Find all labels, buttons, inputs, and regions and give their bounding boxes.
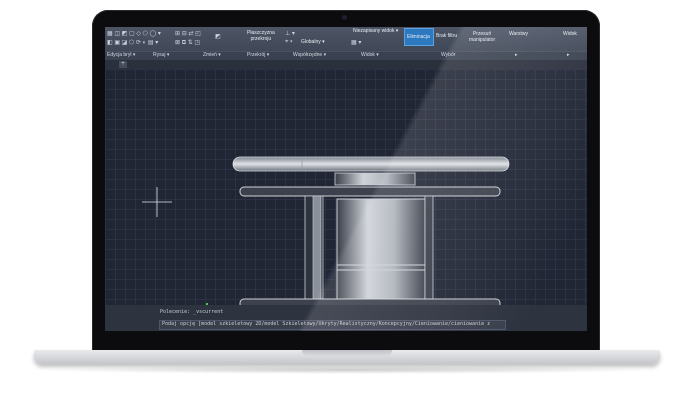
panel-modify[interactable]: Zmień ▾ bbox=[203, 52, 221, 58]
new-tab-button[interactable]: + bbox=[119, 61, 127, 68]
upper-plate bbox=[239, 186, 501, 197]
ucs-icon[interactable]: ⊥ ▾ bbox=[285, 30, 295, 37]
crosshair-icon bbox=[142, 187, 172, 217]
drawing-viewport[interactable] bbox=[105, 69, 587, 328]
toolbar-icons-row[interactable]: ▦ ◫ ◩ ▢ ◇ ⬠ ◯ ▾ bbox=[107, 30, 161, 37]
autocad-window: ▦ ◫ ◩ ▢ ◇ ⬠ ◯ ▾ ◧ ▣ ◪ ⬡ ⟳ ◐ ▤ ▾ ⊞ ⊟ ⇄ ◰ … bbox=[105, 27, 587, 331]
command-prompt: Podaj opcję [model szkieletowy 2D/model … bbox=[162, 321, 491, 327]
panel-draw[interactable]: Rysuj ▾ bbox=[153, 52, 169, 58]
layers-button[interactable]: Warstwy bbox=[509, 31, 528, 37]
panel-section[interactable]: Przekrój ▾ bbox=[247, 52, 269, 58]
main-cylinder bbox=[336, 198, 426, 300]
panel-view[interactable]: Widok ▾ bbox=[361, 52, 379, 58]
base-notch bbox=[302, 350, 392, 356]
camera-icon bbox=[342, 15, 347, 20]
toolbar-icons-row-2[interactable]: ◧ ▣ ◪ ⬡ ⟳ ◐ ▤ ▾ bbox=[107, 39, 158, 46]
move-gizmo-button[interactable]: Przesuń manipulator bbox=[469, 31, 495, 43]
panel-selection[interactable]: Wybór bbox=[441, 52, 455, 58]
view-icon[interactable]: ▦ ▾ bbox=[351, 39, 361, 46]
right-post bbox=[424, 195, 434, 301]
top-block bbox=[334, 172, 416, 186]
laptop-base bbox=[34, 350, 660, 364]
named-view-select[interactable]: Niezapisany widok ▾ bbox=[353, 28, 398, 34]
file-tabs: + bbox=[105, 60, 587, 69]
command-history: Polecenie: _vscurrent bbox=[160, 309, 224, 315]
panel-coordinates[interactable]: Współrzędne ▾ bbox=[293, 52, 326, 58]
modify-icons[interactable]: ⊞ ⊟ ⇄ ◰ bbox=[175, 30, 201, 37]
ribbon: ▦ ◫ ◩ ▢ ◇ ⬠ ◯ ▾ ◧ ▣ ◪ ⬡ ⟳ ◐ ▤ ▾ ⊞ ⊟ ⇄ ◰ … bbox=[105, 27, 587, 60]
coordinate-system-select[interactable]: Globalny ▾ bbox=[301, 39, 325, 45]
culling-label: Eliminacja bbox=[407, 34, 430, 40]
left-post-inner bbox=[312, 195, 322, 301]
command-line: Polecenie: _vscurrent Podaj opcję [model… bbox=[105, 305, 587, 331]
top-shaft bbox=[232, 156, 510, 172]
culling-button[interactable]: Eliminacja bbox=[404, 28, 434, 46]
model-drawing bbox=[232, 156, 510, 309]
section-plane-button[interactable]: Płaszczyzna przekroju bbox=[247, 30, 275, 42]
base-shadow bbox=[40, 366, 654, 374]
view-panel-button[interactable]: Widok bbox=[563, 31, 577, 37]
section-icon[interactable]: ◩ bbox=[215, 33, 221, 40]
ucs-icon-2[interactable]: ⌖ ▾ bbox=[285, 39, 293, 46]
panel-expand-view[interactable]: ▸ bbox=[567, 52, 570, 58]
panel-expand-layers[interactable]: ▸ bbox=[515, 52, 518, 58]
no-filter-button[interactable]: Brak filtru bbox=[436, 33, 457, 39]
panel-solid-editing[interactable]: Edycja bryl ▾ bbox=[107, 52, 135, 58]
modify-icons-2[interactable]: ⊠ ⧉ ⇅ ◳ bbox=[175, 39, 200, 47]
